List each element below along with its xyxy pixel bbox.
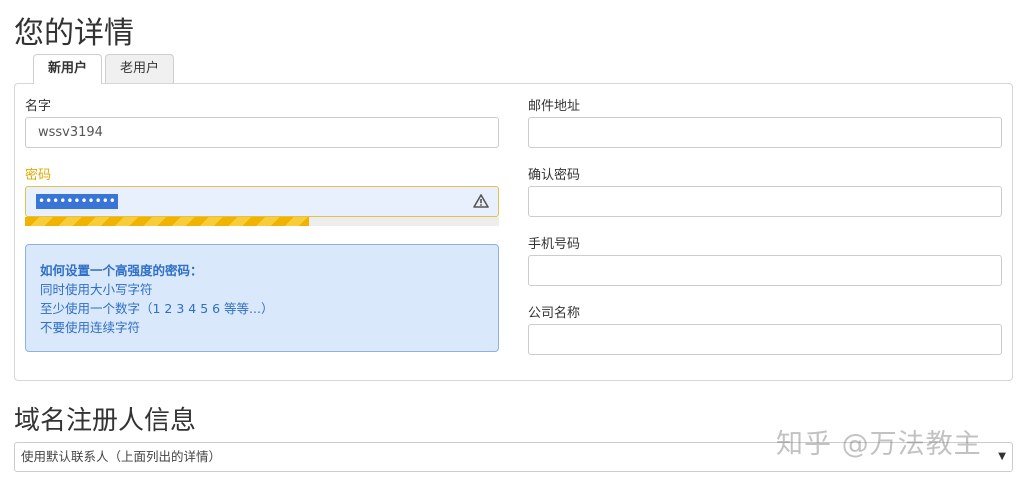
help-line: 同时使用大小写字符: [40, 282, 153, 297]
watermark: 知乎 @万法教主: [776, 429, 982, 460]
confirm-password-input[interactable]: [528, 186, 1002, 217]
chevron-down-icon: ▼: [998, 451, 1006, 462]
name-input[interactable]: wssv3194: [25, 117, 499, 148]
password-help-box: 如何设置一个高强度的密码： 同时使用大小写字符 至少使用一个数字（1 2 3 4…: [25, 244, 499, 352]
phone-input[interactable]: [528, 255, 1002, 286]
email-input[interactable]: [528, 117, 1002, 148]
registrant-select-value: 使用默认联系人（上面列出的详情）: [21, 449, 222, 464]
page-title: 您的详情: [14, 16, 134, 51]
warning-icon: [473, 194, 489, 208]
help-line: 不要使用连续字符: [40, 320, 141, 335]
help-title: 如何设置一个高强度的密码：: [40, 263, 203, 278]
tab-new-user[interactable]: 新用户: [33, 54, 103, 84]
name-label: 名字: [25, 99, 52, 114]
confirm-password-label: 确认密码: [528, 168, 581, 183]
password-masked-value: •••••••••••: [36, 194, 118, 209]
tab-existing-user[interactable]: 老用户: [105, 54, 175, 83]
company-input[interactable]: [528, 324, 1002, 355]
password-strength-fill: [25, 217, 310, 226]
help-line: 至少使用一个数字（1 2 3 4 5 6 等等...）: [40, 301, 274, 316]
company-label: 公司名称: [528, 306, 581, 321]
password-strength-meter: [25, 217, 499, 226]
email-label: 邮件地址: [528, 99, 581, 114]
password-label: 密码: [25, 168, 52, 183]
password-input[interactable]: •••••••••••: [25, 186, 499, 217]
phone-label: 手机号码: [528, 237, 581, 252]
tab-bar: 新用户 老用户: [33, 54, 177, 84]
registrant-section-title: 域名注册人信息: [14, 406, 197, 436]
